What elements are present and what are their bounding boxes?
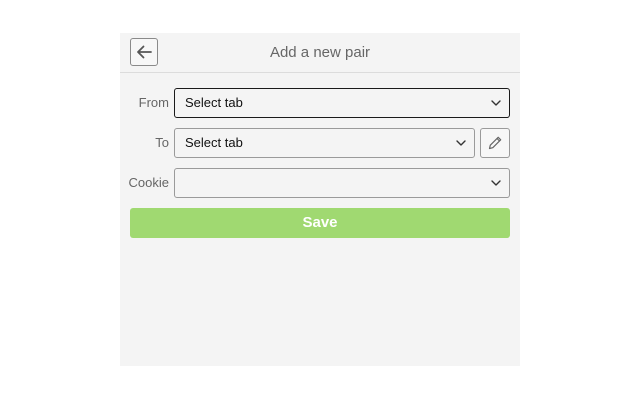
arrow-left-icon: [137, 45, 152, 59]
chevron-down-icon: [491, 100, 501, 106]
to-row: To Select tab: [120, 128, 520, 158]
page-title: Add a new pair: [269, 44, 371, 61]
cookie-label: Cookie: [128, 175, 169, 190]
panel-header: Add a new pair: [120, 33, 520, 73]
back-button[interactable]: [130, 38, 158, 66]
to-select-value: Select tab: [185, 135, 243, 150]
save-button[interactable]: Save: [130, 208, 510, 238]
cookie-select[interactable]: [174, 168, 510, 198]
chevron-down-icon: [456, 140, 466, 146]
pencil-icon: [488, 136, 502, 150]
add-pair-panel: Add a new pair From Select tab To Select…: [120, 33, 520, 366]
cookie-row: Cookie: [120, 168, 520, 198]
edit-to-button[interactable]: [480, 128, 510, 158]
from-row: From Select tab: [120, 88, 520, 118]
to-select[interactable]: Select tab: [174, 128, 475, 158]
chevron-down-icon: [491, 180, 501, 186]
to-label: To: [155, 135, 169, 150]
from-select-value: Select tab: [185, 95, 243, 110]
from-select[interactable]: Select tab: [174, 88, 510, 118]
from-label: From: [138, 95, 169, 110]
